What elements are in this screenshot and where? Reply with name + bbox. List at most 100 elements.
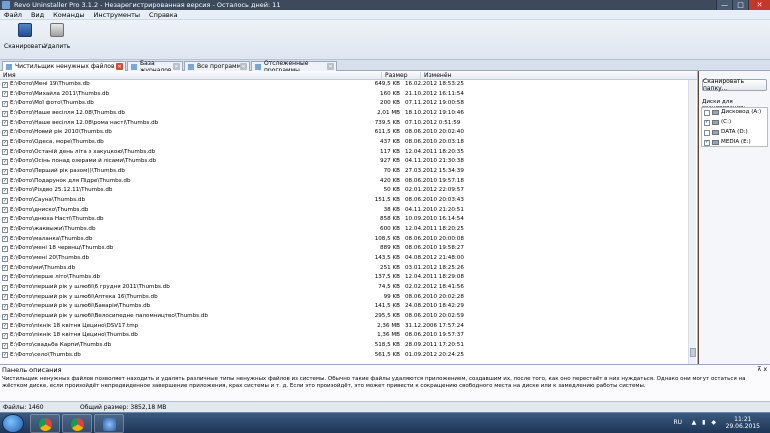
row-checkbox[interactable]: ✓ xyxy=(2,255,8,262)
minimize-button[interactable]: — xyxy=(716,0,732,10)
row-checkbox[interactable]: ✓ xyxy=(2,91,8,98)
table-row[interactable]: ✓ E:\Фото\Наше весілля 12.08\рома насті\T… xyxy=(0,119,688,129)
table-row[interactable]: ✓ E:\Фото\маланка\Thumbs.db 108,5 KB 08.06.… xyxy=(0,235,688,245)
table-row[interactable]: ✓ E:\Фото\жаквыжи\Thumbs.db 600 KB 12.04.20… xyxy=(0,225,688,235)
maximize-button[interactable]: □ xyxy=(732,0,748,10)
row-checkbox[interactable]: ✓ xyxy=(2,216,8,223)
row-checkbox[interactable]: ✓ xyxy=(2,197,8,204)
menu-help[interactable]: Справка xyxy=(149,11,178,19)
taskbar-app-chrome-1[interactable] xyxy=(30,414,60,433)
language-indicator[interactable]: RU xyxy=(673,419,682,426)
tab-all-programs[interactable]: Все программы ✕ xyxy=(184,61,250,71)
table-row[interactable]: ✓ E:\Фото\Мої фото\Thumbs.db 200 KB 07.11.2… xyxy=(0,99,688,109)
row-checkbox[interactable]: ✓ xyxy=(2,342,8,349)
scan-folder-button[interactable]: Сканировать папку... xyxy=(702,78,767,92)
tab-traced-programs[interactable]: Отслеженные программы ✕ xyxy=(251,60,337,74)
row-checkbox[interactable]: ✓ xyxy=(2,110,8,117)
taskbar-app-revo[interactable] xyxy=(94,414,124,433)
row-checkbox[interactable]: ✓ xyxy=(2,81,8,88)
delete-button[interactable]: Удалить xyxy=(44,23,70,50)
table-row[interactable]: ✓ E:\Фото\перший рік у шлюбі\Велосипедне … xyxy=(0,312,688,322)
row-checkbox[interactable]: ✓ xyxy=(2,139,8,146)
row-checkbox[interactable]: ✓ xyxy=(2,100,8,107)
drive-checkbox[interactable] xyxy=(704,110,710,116)
tab-close-icon[interactable]: ✕ xyxy=(116,63,123,70)
table-row[interactable]: ✓ E:\Фото\мені 20\Thumbs.db 143,5 KB 04.08.… xyxy=(0,254,688,264)
taskbar-clock[interactable]: 11:21 29.06.2015 xyxy=(726,416,760,430)
taskbar-app-chrome-2[interactable] xyxy=(62,414,92,433)
drive-item-d[interactable]: DATA (D:) xyxy=(702,128,767,138)
drive-checkbox[interactable] xyxy=(704,139,710,146)
table-row[interactable]: ✓ E:\Фото\Перший рік разом))\Thumbs.db 70 … xyxy=(0,167,688,177)
logs-icon xyxy=(131,64,137,70)
drive-item-e[interactable]: MEDIA (E:) xyxy=(702,138,767,148)
row-checkbox[interactable]: ✓ xyxy=(2,303,8,310)
start-button[interactable] xyxy=(2,414,24,433)
row-checkbox[interactable]: ✓ xyxy=(2,284,8,291)
row-checkbox[interactable]: ✓ xyxy=(2,120,8,127)
row-checkbox[interactable]: ✓ xyxy=(2,352,8,359)
scroll-thumb[interactable] xyxy=(690,348,696,357)
table-row[interactable]: ✓ E:\Фото\Новий рік 2010\Thumbs.db 611,5 K… xyxy=(0,128,688,138)
table-row[interactable]: ✓ E:\Фото\ми\Thumbs.db 251 KB 03.01.2012 18… xyxy=(0,264,688,274)
row-checkbox[interactable]: ✓ xyxy=(2,207,8,214)
table-row[interactable]: ✓ E:\Фото\пікнік 18 квітня Цецино\DSV17.t… xyxy=(0,322,688,332)
tab-logs-database[interactable]: База журналов ✕ xyxy=(127,60,183,74)
menu-view[interactable]: Вид xyxy=(31,11,44,19)
drive-item-c[interactable]: (C:) xyxy=(702,118,767,128)
table-row[interactable]: ✓ E:\Фото\Сауна\Thumbs.db 151,5 KB 08.06.20… xyxy=(0,196,688,206)
table-row[interactable]: ✓ E:\Фото\Одеса, море\Thumbs.db 437 KB 08.0… xyxy=(0,138,688,148)
menu-tools[interactable]: Инструменты xyxy=(94,11,141,19)
column-size[interactable]: Размер xyxy=(381,72,420,79)
row-checkbox[interactable]: ✓ xyxy=(2,129,8,136)
column-name[interactable]: Имя xyxy=(3,72,16,79)
table-row[interactable]: ✓ E:\Фото\Останій день літа з хакуцкою\Th… xyxy=(0,148,688,158)
table-row[interactable]: ✓ E:\Фото\днюха Насті\Thumbs.db 858 KB 10.0… xyxy=(0,215,688,225)
row-checkbox[interactable]: ✓ xyxy=(2,265,8,272)
row-checkbox[interactable]: ✓ xyxy=(2,313,8,320)
row-checkbox[interactable]: ✓ xyxy=(2,187,8,194)
row-checkbox[interactable]: ✓ xyxy=(2,178,8,185)
table-row[interactable]: ✓ E:\Фото\село\Thumbs.db 561,5 KB 01.09.201… xyxy=(0,351,688,361)
revo-uninstaller-icon xyxy=(103,418,116,431)
table-row[interactable]: ✓ E:\Фото\перше літо\Thumbs.db 137,5 KB 12.… xyxy=(0,273,688,283)
table-row[interactable]: ✓ E:\Фото\перший рік у шлюбі\Баварія\Thum… xyxy=(0,302,688,312)
column-modified[interactable]: Изменён xyxy=(420,72,460,79)
description-pin-icon[interactable]: ⊼ x xyxy=(757,366,767,373)
table-row[interactable]: ✓ E:\Фото\Наше весілля 12.08\Thumbs.db 2,0… xyxy=(0,109,688,119)
table-row[interactable]: ✓ E:\Фото\мені 18 червнщ\Thumbs.db 889 KB 0… xyxy=(0,244,688,254)
table-row[interactable]: ✓ E:\Фото\свадьба Карпи\Thumbs.db 518,5 KB… xyxy=(0,341,688,351)
tab-close-icon[interactable]: ✕ xyxy=(173,63,180,70)
vertical-scrollbar[interactable] xyxy=(688,80,696,364)
row-checkbox[interactable]: ✓ xyxy=(2,245,8,252)
drive-checkbox[interactable] xyxy=(704,130,710,136)
row-checkbox[interactable]: ✓ xyxy=(2,158,8,165)
row-checkbox[interactable]: ✓ xyxy=(2,274,8,281)
table-row[interactable]: ✓ E:\Фото\Подарунок для Підре\Thumbs.db 42… xyxy=(0,177,688,187)
table-row[interactable]: ✓ E:\Фото\Різдво 25.12.11\Thumbs.db 50 KB 0… xyxy=(0,186,688,196)
table-row[interactable]: ✓ E:\Фото\Осінь понад озерами й лісами\Th… xyxy=(0,157,688,167)
row-checkbox[interactable]: ✓ xyxy=(2,236,8,243)
table-row[interactable]: ✓ E:\Фото\пікнік 18 квітня Цецино\Thumbs.… xyxy=(0,331,688,341)
table-row[interactable]: ✓ E:\Фото\Михайла 2011\Thumbs.db 160 KB 21.… xyxy=(0,90,688,100)
drive-checkbox[interactable] xyxy=(704,119,710,126)
table-row[interactable]: ✓ E:\Фото\перший рік у шлюбі\Аптека 16\Th… xyxy=(0,293,688,303)
drive-item-a[interactable]: Дисковод (A:) xyxy=(702,108,767,118)
scan-button[interactable]: Сканировать xyxy=(4,23,45,50)
table-row[interactable]: ✓ E:\Фото\перший рік у шлюбі\6 грудня 201… xyxy=(0,283,688,293)
menu-commands[interactable]: Команды xyxy=(53,11,84,19)
tab-close-icon[interactable]: ✕ xyxy=(240,63,247,70)
row-checkbox[interactable]: ✓ xyxy=(2,294,8,301)
row-checkbox[interactable]: ✓ xyxy=(2,226,8,233)
close-button[interactable]: ✕ xyxy=(748,0,770,10)
row-checkbox[interactable]: ✓ xyxy=(2,332,8,339)
table-row[interactable]: ✓ E:\Фото\дниско\Thumbs.db 38 KB 04.11.2010… xyxy=(0,206,688,216)
row-checkbox[interactable]: ✓ xyxy=(2,323,8,330)
tray-icons[interactable]: ▲ ▮ ◆ xyxy=(692,419,718,426)
table-row[interactable]: ✓ E:\Фото\Мені 19\Thumbs.db 649,5 KB 16.02.… xyxy=(0,80,688,90)
row-checkbox[interactable]: ✓ xyxy=(2,168,8,175)
menu-file[interactable]: Файл xyxy=(4,11,22,19)
tab-close-icon[interactable]: ✕ xyxy=(327,63,334,70)
row-checkbox[interactable]: ✓ xyxy=(2,149,8,156)
tab-junk-cleaner[interactable]: Чистильщик ненужных файлов ✕ xyxy=(2,61,126,71)
